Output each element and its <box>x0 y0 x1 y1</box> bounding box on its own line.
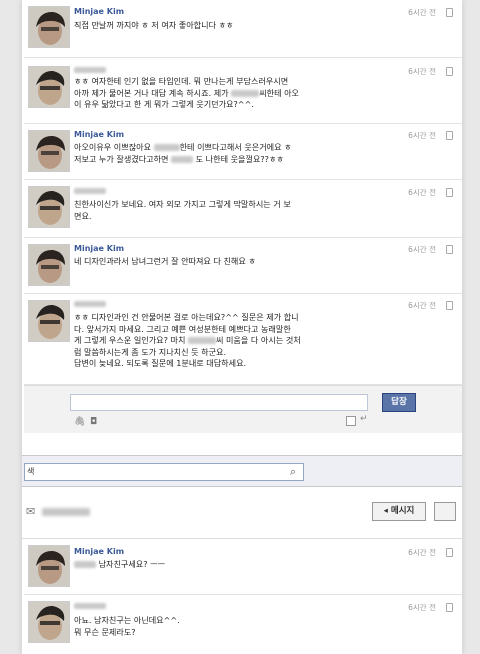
timestamp: 6시간 전 <box>408 131 436 140</box>
timestamp: 6시간 전 <box>408 188 436 197</box>
more-button[interactable] <box>434 502 456 521</box>
message-item: 6시간 전 ㅎㅎ 여자한테 인기 없을 타입인데. 뭐 만나는게 부담스러우시면… <box>24 58 462 124</box>
avatar[interactable] <box>28 186 70 228</box>
blurred-name <box>74 301 106 307</box>
message-item: Minjae Kim 6시간 전 네 디자인과라서 남녀그런거 잘 안따져요 다… <box>24 238 462 294</box>
redacted-name <box>187 337 216 344</box>
divider-gap <box>22 433 462 455</box>
search-bar: 색 ⌕ <box>22 455 462 487</box>
select-checkbox[interactable] <box>446 245 453 254</box>
blurred-title <box>42 508 90 516</box>
message-text: 아오이유우 이쁘잖아요 한테 이쁘다고해서 웃은거에요 ㅎ 저보고 누가 잘생겼… <box>74 142 396 165</box>
camera-icon[interactable]: ◘ <box>90 417 97 427</box>
blurred-name <box>74 603 106 609</box>
message-text: 친한사이신가 보네요. 여자 외모 가지고 그렇게 막말하시는 거 보 면요. <box>74 199 291 221</box>
avatar-photo <box>29 602 69 642</box>
message-item: 6시간 전 친한사이신가 보네요. 여자 외모 가지고 그렇게 막말하시는 거 … <box>24 180 462 238</box>
reply-area: 답장 🖇 ◘ ↵ <box>24 385 462 433</box>
search-input[interactable]: 색 <box>24 463 304 481</box>
select-checkbox[interactable] <box>446 548 453 557</box>
text-part: 도 나한테 웃을껄요??ㅎㅎ <box>195 153 284 164</box>
avatar-photo <box>29 187 69 227</box>
message-text: ㅎㅎ 디자인과인 건 안물어본 걸로 아는데요?^^ 질문은 제가 합니 다. … <box>74 312 396 370</box>
avatar[interactable] <box>28 300 70 342</box>
avatar[interactable] <box>28 130 70 172</box>
avatar[interactable] <box>28 601 70 643</box>
select-checkbox[interactable] <box>446 603 453 612</box>
sender-name[interactable]: Minjae Kim <box>74 547 124 556</box>
avatar[interactable] <box>28 66 70 108</box>
reply-input[interactable] <box>70 394 368 411</box>
blurred-name <box>74 188 106 194</box>
avatar-photo <box>29 7 69 47</box>
avatar[interactable] <box>28 244 70 286</box>
avatar-photo <box>29 245 69 285</box>
message-item: Minjae Kim 6시간 전 남자친구세요? ㅡㅡ <box>24 539 462 595</box>
select-checkbox[interactable] <box>446 131 453 140</box>
search-icon[interactable]: ⌕ <box>284 464 302 480</box>
sender-name[interactable] <box>74 66 106 75</box>
sender-name[interactable]: Minjae Kim <box>74 7 124 16</box>
paperclip-icon[interactable]: 🖇 <box>74 417 85 427</box>
message-text: 직접 만날꺼 까지야 ㅎ 저 여자 좋아합니다 ㅎㅎ <box>74 20 234 30</box>
timestamp: 6시간 전 <box>408 603 436 612</box>
avatar[interactable] <box>28 6 70 48</box>
redacted-name <box>74 561 96 568</box>
timestamp: 6시간 전 <box>408 8 436 17</box>
timestamp: 6시간 전 <box>408 67 436 76</box>
avatar[interactable] <box>28 545 70 587</box>
enter-to-send-checkbox[interactable] <box>346 416 356 426</box>
sender-name[interactable]: Minjae Kim <box>74 130 124 139</box>
redacted-name <box>153 144 180 151</box>
text-part: 아오이유우 이쁘잖아요 <box>74 142 154 152</box>
conversation-icon: ✉ <box>26 505 36 518</box>
message-text: 남자친구세요? ㅡㅡ <box>74 559 396 571</box>
message-item: Minjae Kim 6시간 전 직접 만날꺼 까지야 ㅎ 저 여자 좋아합니다… <box>24 0 462 58</box>
sender-name[interactable] <box>74 187 106 196</box>
message-item: 6시간 전 ㅎㅎ 디자인과인 건 안물어본 걸로 아는데요?^^ 질문은 제가 … <box>24 294 462 385</box>
avatar-photo <box>29 301 69 341</box>
redacted-name <box>231 89 260 97</box>
redacted-name <box>171 155 194 163</box>
avatar-photo <box>29 67 69 107</box>
sender-name[interactable]: Minjae Kim <box>74 244 124 253</box>
enter-arrow-icon: ↵ <box>360 414 368 424</box>
message-text: 네 디자인과라서 남녀그런거 잘 안따져요 다 친해요 ㅎ <box>74 256 256 266</box>
select-checkbox[interactable] <box>446 8 453 17</box>
text-part: 남자친구세요? ㅡㅡ <box>98 559 166 569</box>
message-text: 아뇨. 남자친구는 아닌데요^^. 뭐 무슨 문제라도? <box>74 615 180 637</box>
message-text: ㅎㅎ 여자한테 인기 없을 타입인데. 뭐 만나는게 부담스러우시면 아까 제가… <box>74 76 396 111</box>
sender-name[interactable] <box>74 300 106 309</box>
timestamp: 6시간 전 <box>408 301 436 310</box>
select-checkbox[interactable] <box>446 301 453 310</box>
select-checkbox[interactable] <box>446 67 453 76</box>
timestamp: 6시간 전 <box>408 548 436 557</box>
message-button[interactable]: ◂ 메시지 <box>372 502 426 521</box>
blurred-name <box>74 67 106 73</box>
sender-name[interactable] <box>74 602 106 611</box>
timestamp: 6시간 전 <box>408 245 436 254</box>
conversation-toolbar: ✉ ◂ 메시지 <box>22 487 462 539</box>
message-item: Minjae Kim 6시간 전 아오이유우 이쁘잖아요 한테 이쁘다고해서 웃… <box>24 124 462 180</box>
avatar-photo <box>29 131 69 171</box>
reply-button[interactable]: 답장 <box>382 393 416 412</box>
select-checkbox[interactable] <box>446 188 453 197</box>
message-item: 6시간 전 아뇨. 남자친구는 아닌데요^^. 뭐 무슨 문제라도? <box>24 595 462 654</box>
avatar-photo <box>29 546 69 586</box>
